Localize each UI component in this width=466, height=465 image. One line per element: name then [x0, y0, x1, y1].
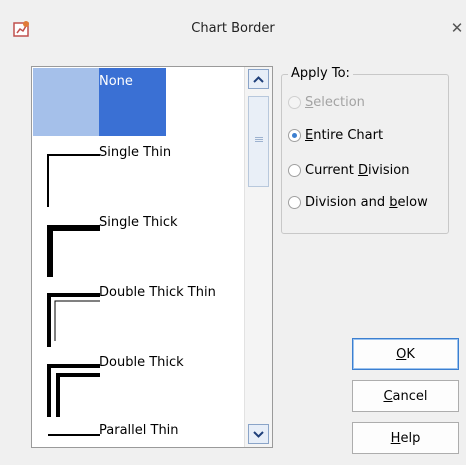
radio-label: Selection: [305, 94, 365, 110]
radio-division-and-below[interactable]: Division and below: [288, 193, 428, 211]
close-icon[interactable]: ✕: [449, 18, 465, 38]
radio-label: Current Division: [305, 162, 410, 178]
radio-current-division[interactable]: Current Division: [288, 161, 409, 179]
chevron-down-icon[interactable]: [248, 424, 269, 444]
chevron-up-icon[interactable]: [248, 69, 269, 89]
border-option-label: None: [99, 74, 133, 89]
title-bar: Chart Border ✕: [0, 0, 466, 58]
border-option-double-thick-thin[interactable]: Double Thick Thin: [32, 277, 244, 347]
selection-swatch-left: [33, 68, 99, 136]
border-option-label: Double Thick Thin: [99, 285, 216, 300]
border-option-single-thin[interactable]: Single Thin: [32, 137, 244, 207]
border-style-list[interactable]: None Single Thin Single Thick Double Thi…: [31, 66, 273, 448]
window-title: Chart Border: [191, 21, 275, 36]
radio-label: Entire Chart: [305, 127, 384, 143]
list-scrollbar[interactable]: [244, 67, 272, 447]
scroll-thumb-grip-icon: [255, 137, 263, 138]
border-option-label: Double Thick: [99, 355, 184, 370]
border-option-none[interactable]: None: [32, 67, 244, 137]
radio-dot-icon: [288, 95, 301, 109]
cancel-button[interactable]: Cancel: [352, 380, 459, 412]
radio-entire-chart[interactable]: Entire Chart: [288, 126, 383, 144]
apply-to-legend: Apply To:: [288, 66, 353, 81]
border-style-options: None Single Thin Single Thick Double Thi…: [32, 67, 244, 447]
border-option-double-thick[interactable]: Double Thick: [32, 347, 244, 417]
radio-dot-icon: [288, 163, 301, 177]
ok-button[interactable]: OK: [352, 338, 459, 370]
scroll-thumb[interactable]: [248, 96, 269, 187]
border-option-parallel-thin[interactable]: Parallel Thin: [32, 417, 244, 447]
border-option-single-thick[interactable]: Single Thick: [32, 207, 244, 277]
border-option-label: Parallel Thin: [99, 423, 179, 438]
radio-selection[interactable]: Selection: [288, 93, 365, 111]
border-option-label: Single Thick: [99, 215, 178, 230]
radio-dot-icon: [288, 195, 301, 209]
help-button[interactable]: Help: [352, 422, 459, 454]
border-option-label: Single Thin: [99, 145, 172, 160]
radio-dot-icon: [288, 128, 301, 142]
radio-label: Division and below: [305, 194, 428, 210]
